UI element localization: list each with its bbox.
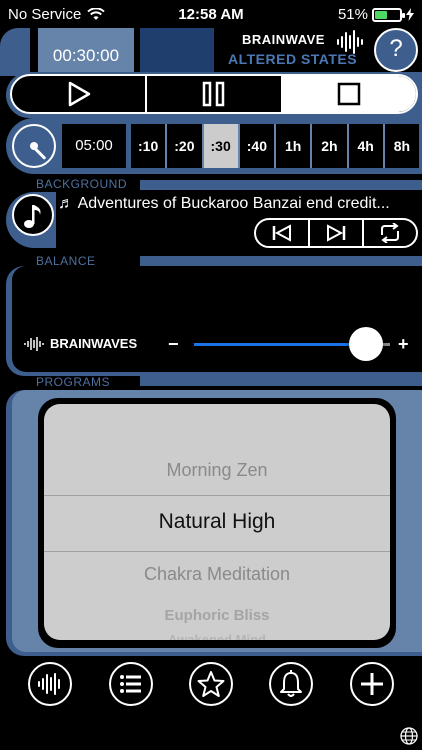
timer-preset[interactable]: :40 bbox=[239, 124, 274, 168]
timer-preset[interactable]: 4h bbox=[348, 124, 383, 168]
list-icon bbox=[119, 675, 141, 693]
balance-decrease[interactable]: − bbox=[168, 334, 179, 355]
timer-preset[interactable]: :30 bbox=[203, 124, 238, 168]
next-track-button[interactable] bbox=[310, 220, 364, 246]
track-controls bbox=[254, 218, 418, 248]
program-option[interactable]: Awakened Mind bbox=[44, 632, 390, 640]
battery-percent: 51% bbox=[337, 6, 368, 23]
skip-back-icon bbox=[272, 224, 291, 242]
timer-preset[interactable]: :10 bbox=[131, 124, 166, 168]
program-option[interactable]: Chakra Meditation bbox=[44, 564, 390, 585]
session-timer[interactable]: 00:30:00 bbox=[38, 28, 134, 72]
repeat-icon bbox=[381, 223, 399, 243]
help-button[interactable]: ? bbox=[374, 28, 418, 72]
brainwave-button[interactable] bbox=[28, 662, 73, 706]
bottom-toolbar bbox=[0, 656, 422, 712]
programs-section-bar bbox=[140, 376, 422, 386]
timer-presets: :10:20:30:40 1h 2h 4h 8h bbox=[131, 124, 419, 168]
repeat-button[interactable] bbox=[364, 220, 416, 246]
timer-preset[interactable]: 2h bbox=[312, 124, 347, 168]
star-icon bbox=[197, 671, 225, 697]
globe-icon[interactable] bbox=[400, 727, 418, 745]
brand-subtitle: ALTERED STATES bbox=[228, 51, 358, 67]
track-title[interactable]: ♬ Adventures of Buckaroo Banzai end cred… bbox=[58, 195, 414, 213]
pause-icon bbox=[202, 81, 225, 107]
brainwaves-label: BRAINWAVES bbox=[50, 336, 138, 351]
alarm-button[interactable] bbox=[269, 662, 314, 706]
balance-increase[interactable]: + bbox=[398, 334, 409, 355]
favorites-button[interactable] bbox=[188, 662, 233, 706]
picker-divider-top bbox=[44, 495, 390, 496]
brand-title: BRAINWAVE bbox=[242, 32, 325, 47]
session-timer-value: 00:30:00 bbox=[52, 46, 120, 65]
timer-preset[interactable]: 8h bbox=[384, 124, 419, 168]
program-option[interactable]: Euphoric Bliss bbox=[44, 607, 390, 624]
previous-track-button[interactable] bbox=[256, 220, 310, 246]
charging-icon bbox=[406, 8, 414, 21]
balance-section-bar bbox=[140, 256, 422, 266]
transport-controls bbox=[10, 74, 418, 114]
timer-preset[interactable]: 1h bbox=[276, 124, 311, 168]
header-tab[interactable] bbox=[140, 28, 214, 72]
play-button[interactable] bbox=[12, 76, 148, 112]
timer-preset[interactable]: :20 bbox=[167, 124, 202, 168]
plus-icon bbox=[360, 673, 383, 695]
stop-icon bbox=[338, 82, 361, 106]
pause-button[interactable] bbox=[147, 76, 283, 112]
skip-forward-icon bbox=[327, 224, 346, 242]
program-option[interactable]: Morning Zen bbox=[44, 460, 390, 481]
bell-icon bbox=[280, 670, 303, 697]
music-select-button[interactable] bbox=[12, 194, 54, 236]
waveform-icon bbox=[38, 673, 61, 695]
battery-icon bbox=[372, 7, 405, 22]
waveform-icon bbox=[24, 336, 44, 351]
stop-button[interactable] bbox=[282, 76, 416, 112]
add-button[interactable] bbox=[349, 662, 394, 706]
music-note-icon bbox=[24, 205, 41, 228]
balance-slider-fill bbox=[194, 343, 367, 346]
timer-dial-icon[interactable] bbox=[12, 124, 56, 168]
program-picker[interactable]: Morning Zen Natural High Chakra Meditation… bbox=[44, 404, 390, 640]
background-section-label: BACKGROUND bbox=[36, 177, 128, 191]
battery-area: 51% bbox=[338, 6, 414, 23]
program-option[interactable]: Natural High bbox=[44, 510, 390, 534]
play-icon bbox=[68, 81, 90, 107]
picker-divider-bottom bbox=[44, 551, 390, 552]
brainwaves-label-group: BRAINWAVES bbox=[24, 336, 137, 351]
background-section-bar bbox=[140, 180, 422, 190]
program-list-button[interactable] bbox=[108, 662, 153, 706]
programs-section-label: PROGRAMS bbox=[36, 375, 111, 389]
duration-value[interactable]: 05:00 bbox=[62, 124, 126, 168]
status-bar: No Service 12:58 AM 51% bbox=[0, 0, 422, 28]
